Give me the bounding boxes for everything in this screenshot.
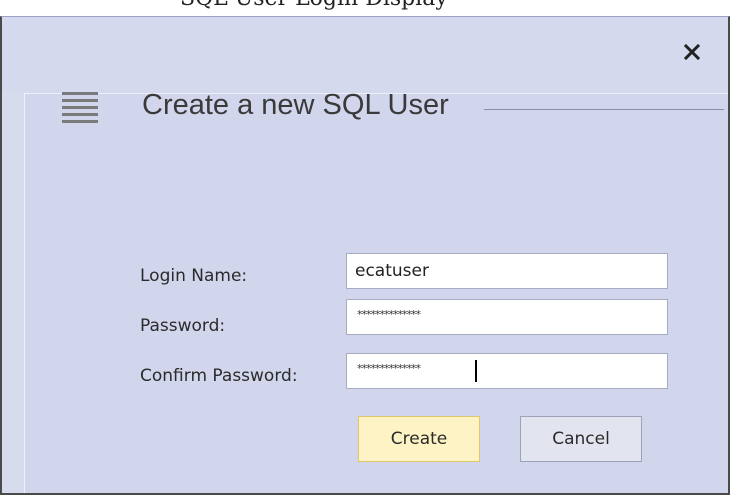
partial-title-strip: SQL User Login Display — [0, 0, 734, 16]
confirm-password-input[interactable]: ************** — [346, 353, 668, 389]
password-masked-value: ************** — [357, 308, 421, 321]
confirm-password-label: Confirm Password: — [140, 366, 298, 386]
password-input[interactable]: ************** — [346, 299, 668, 335]
close-icon — [684, 44, 700, 60]
confirm-password-masked-value: ************** — [357, 362, 421, 375]
heading-divider — [484, 109, 724, 110]
text-caret — [475, 360, 477, 382]
create-button[interactable]: Create — [358, 416, 480, 462]
cancel-button[interactable]: Cancel — [520, 416, 642, 462]
login-name-label: Login Name: — [140, 266, 248, 286]
partial-window-title: SQL User Login Display — [180, 0, 448, 11]
password-label: Password: — [140, 316, 226, 336]
lines-icon — [62, 92, 98, 123]
login-name-input[interactable] — [346, 253, 668, 289]
create-sql-user-dialog: Create a new SQL User Login Name: Passwo… — [0, 16, 730, 495]
dialog-title-bar — [2, 17, 728, 93]
close-button[interactable] — [674, 35, 710, 69]
dialog-heading: Create a new SQL User — [142, 89, 449, 121]
